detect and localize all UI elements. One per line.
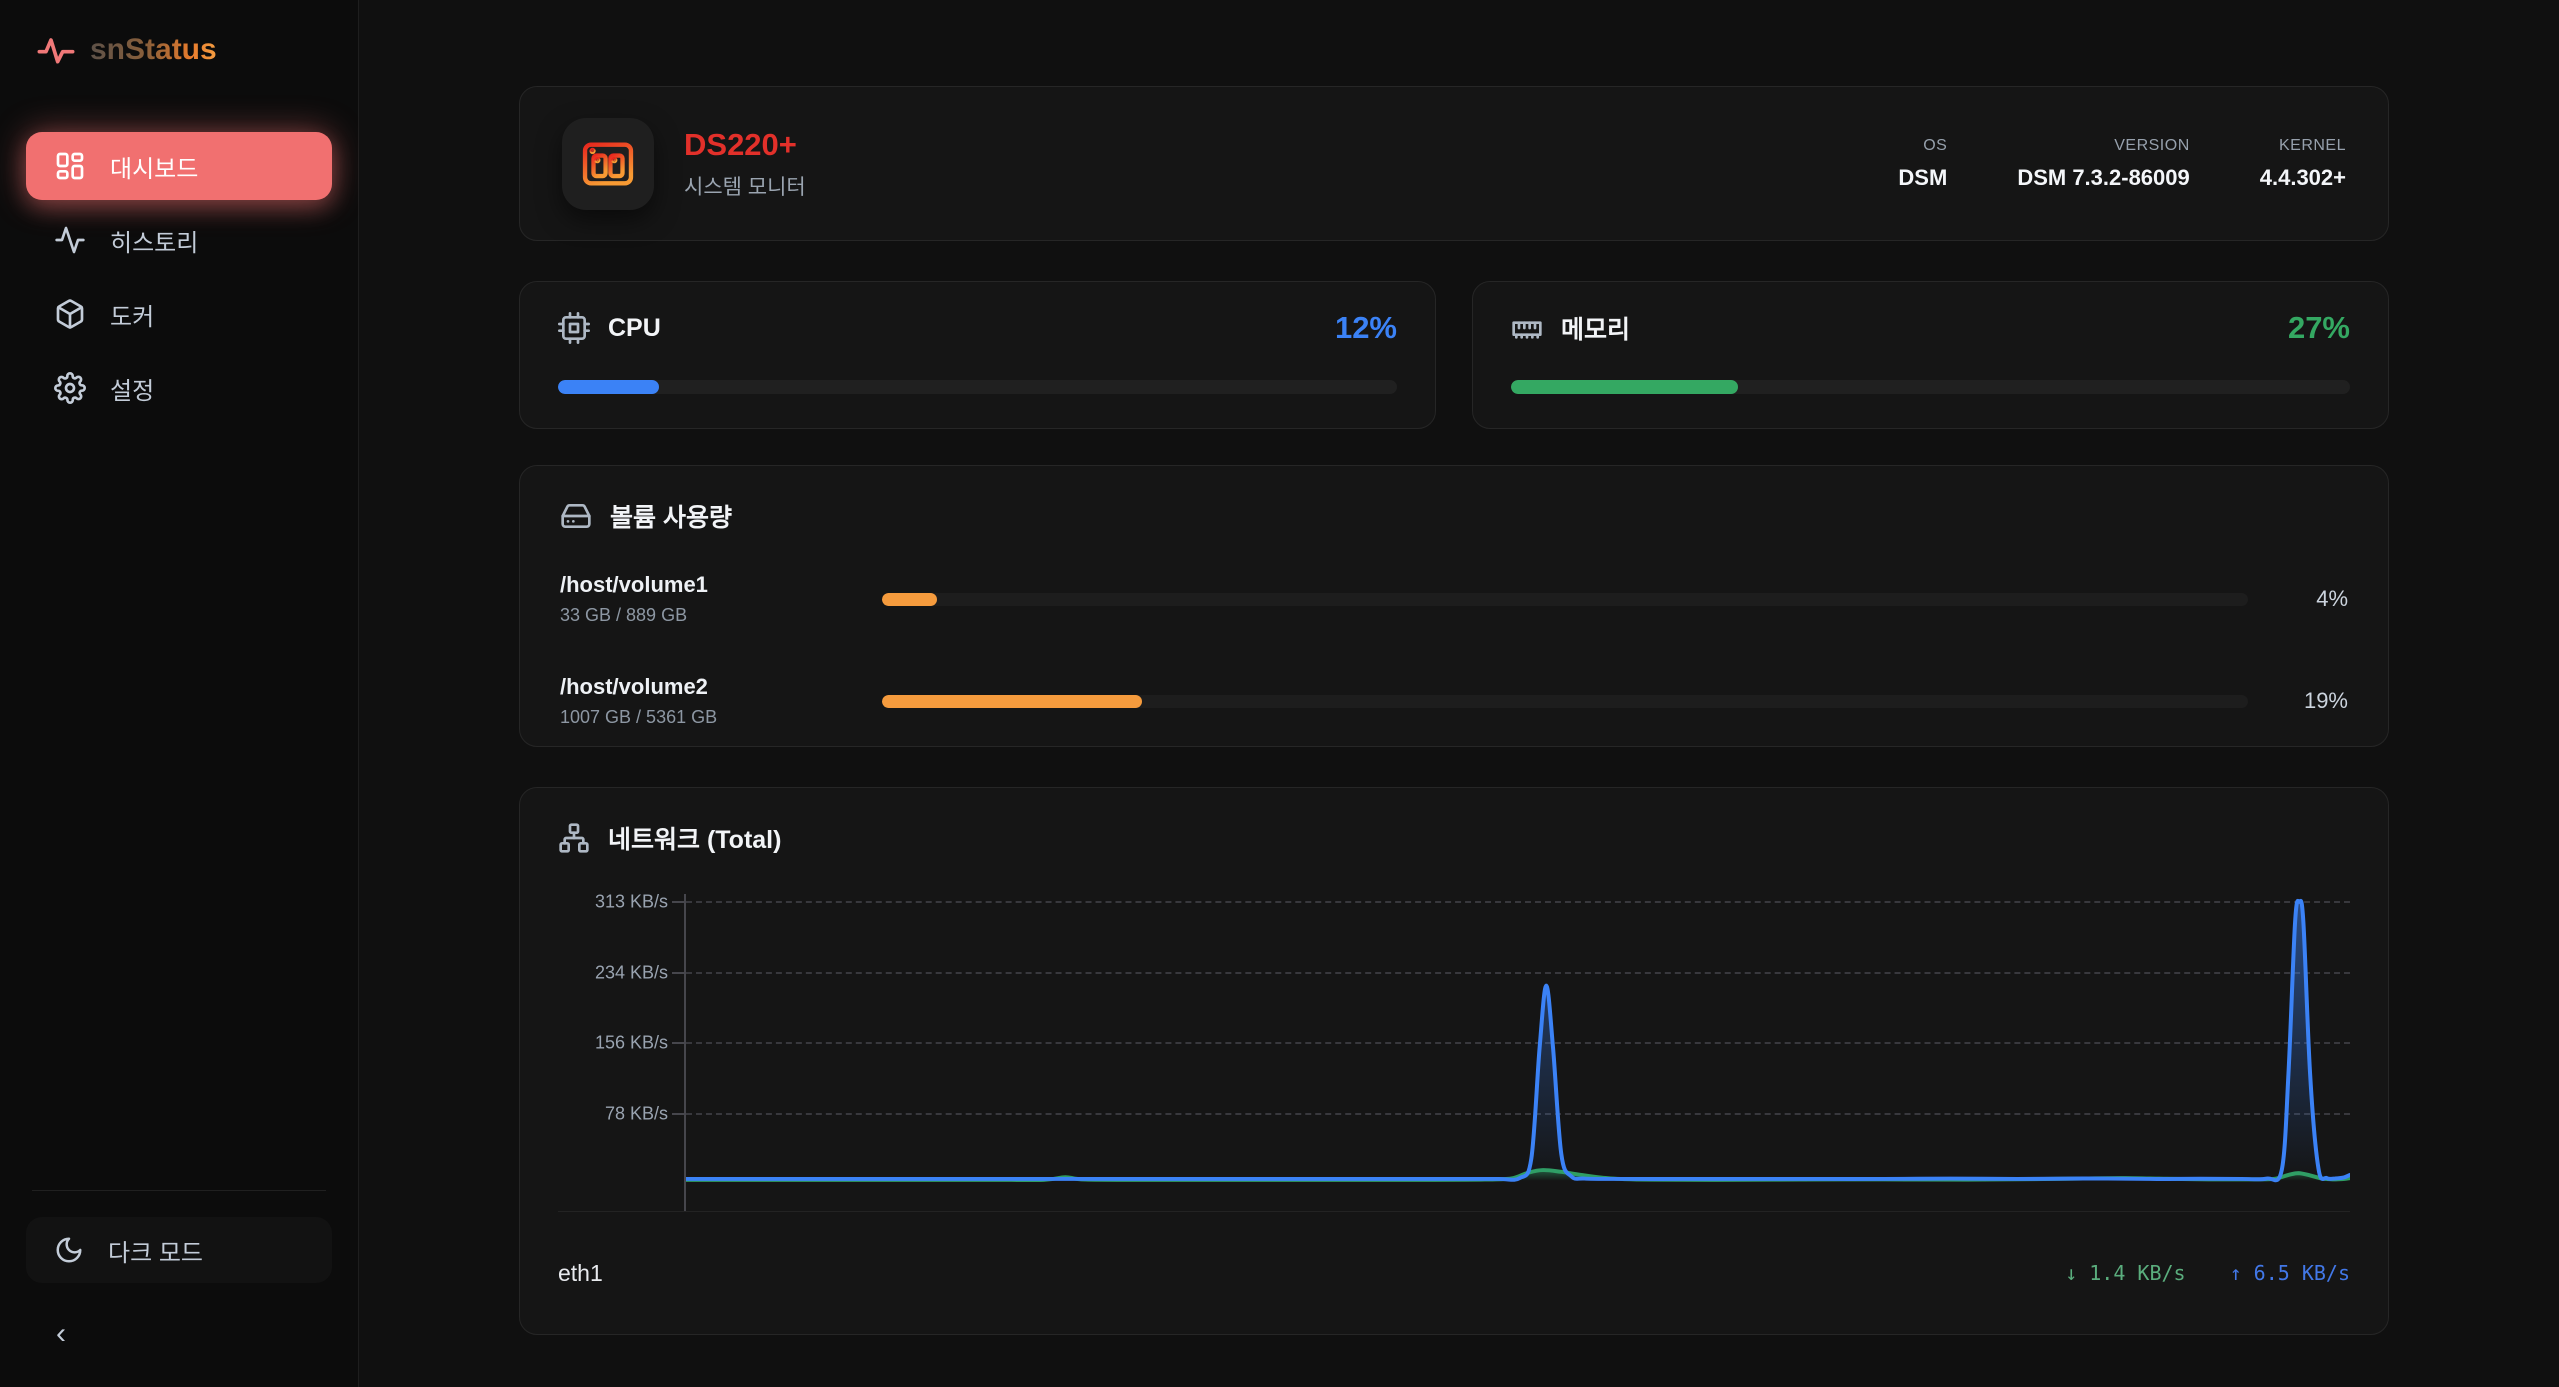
- sidebar-item-label: 도커: [110, 297, 154, 332]
- sidebar-item-history[interactable]: 히스토리: [26, 206, 332, 274]
- cpu-progress-fill: [558, 380, 659, 394]
- stat-os: OS DSM: [1898, 137, 1947, 191]
- y-axis-tick: [672, 901, 684, 903]
- volume-row-1: /host/volume1 33 GB / 889 GB 4%: [560, 572, 2348, 626]
- volume-percent: 4%: [2248, 586, 2348, 612]
- upload-rate: ↑ 6.5 KB/s: [2230, 1261, 2350, 1285]
- volume-card-title: 볼륨 사용량: [610, 498, 732, 534]
- stat-label: OS: [1923, 137, 1947, 155]
- memory-title: 메모리: [1561, 310, 1630, 346]
- hard-drive-icon: [560, 500, 592, 532]
- sidebar-item-dashboard[interactable]: 대시보드: [26, 132, 332, 200]
- volume-size: 1007 GB / 5361 GB: [560, 707, 882, 728]
- volume-track: [882, 695, 2248, 708]
- network-chart: 313 KB/s 234 KB/s 156 KB/s 78 KB/s: [558, 894, 2350, 1211]
- system-stats: OS DSM VERSION DSM 7.3.2-86009 KERNEL 4.…: [1898, 137, 2346, 191]
- cpu-title: CPU: [608, 314, 661, 343]
- memory-icon: [1511, 312, 1543, 344]
- moon-icon: [54, 1235, 84, 1265]
- stat-value: DSM 7.3.2-86009: [2017, 165, 2189, 191]
- stat-kernel: KERNEL 4.4.302+: [2260, 137, 2346, 191]
- memory-percent: 27%: [2288, 310, 2350, 346]
- network-card-title: 네트워크 (Total): [608, 820, 781, 856]
- sidebar-item-label: 대시보드: [110, 149, 198, 184]
- network-icon: [558, 822, 590, 854]
- volume-name: /host/volume2: [560, 674, 882, 700]
- system-header-card: DS220+ 시스템 모니터 OS DSM VERSION DSM 7.3.2-…: [519, 86, 2389, 241]
- stat-label: VERSION: [2114, 137, 2190, 155]
- header-titles: DS220+ 시스템 모니터: [684, 127, 806, 201]
- dark-mode-label: 다크 모드: [108, 1233, 203, 1268]
- dark-mode-toggle[interactable]: 다크 모드: [26, 1217, 332, 1283]
- stat-label: KERNEL: [2279, 137, 2346, 155]
- app-name: snStatus: [90, 33, 217, 67]
- memory-card: 메모리 27%: [1472, 281, 2389, 429]
- chart-y-axis-labels: 313 KB/s 234 KB/s 156 KB/s 78 KB/s: [558, 894, 684, 1211]
- volume-name: /host/volume1: [560, 572, 882, 598]
- interface-name: eth1: [558, 1260, 603, 1287]
- sidebar-divider: [32, 1190, 326, 1191]
- cpu-icon: [558, 312, 590, 344]
- nas-device-tile: [562, 118, 654, 210]
- sidebar-item-docker[interactable]: 도커: [26, 280, 332, 348]
- y-axis-tick: [672, 1113, 684, 1115]
- volume-fill: [882, 695, 1142, 708]
- gear-icon: [54, 372, 86, 404]
- device-subtitle: 시스템 모니터: [684, 171, 806, 201]
- y-axis-tick: [672, 972, 684, 974]
- container-box-icon: [54, 298, 86, 330]
- y-axis-tick-label: 78 KB/s: [605, 1103, 668, 1124]
- sidebar: snStatus 대시보드 히스토리 도커 설정 다크 모드: [0, 0, 359, 1387]
- sidebar-collapse-button[interactable]: ‹: [26, 1317, 106, 1351]
- sidebar-spacer: [26, 422, 332, 1190]
- chevron-left-icon: ‹: [56, 1317, 66, 1350]
- activity-icon: [54, 224, 86, 256]
- cpu-card: CPU 12%: [519, 281, 1436, 429]
- sidebar-nav: 대시보드 히스토리 도커 설정: [26, 132, 332, 422]
- pulse-logo-icon: [36, 30, 76, 70]
- volume-size: 33 GB / 889 GB: [560, 605, 882, 626]
- download-rate: ↓ 1.4 KB/s: [2065, 1261, 2185, 1285]
- memory-progress-fill: [1511, 380, 1738, 394]
- cpu-progress-track: [558, 380, 1397, 394]
- network-card: 네트워크 (Total) 313 KB/s 234 KB/s 156 KB/s 78 …: [519, 787, 2389, 1335]
- stat-value: DSM: [1898, 165, 1947, 191]
- app-logo: snStatus: [26, 30, 332, 70]
- nas-device-icon: [579, 135, 637, 193]
- volume-usage-card: 볼륨 사용량 /host/volume1 33 GB / 889 GB 4% /…: [519, 465, 2389, 747]
- cpu-percent: 12%: [1335, 310, 1397, 346]
- y-axis-tick: [672, 1042, 684, 1044]
- stat-version: VERSION DSM 7.3.2-86009: [2017, 137, 2189, 191]
- gauge-row: CPU 12% 메모리 27%: [519, 281, 2389, 429]
- volume-row-2: /host/volume2 1007 GB / 5361 GB 19%: [560, 674, 2348, 728]
- volume-track: [882, 593, 2248, 606]
- sidebar-item-label: 히스토리: [110, 223, 198, 258]
- device-model-title: DS220+: [684, 127, 806, 163]
- main-content: DS220+ 시스템 모니터 OS DSM VERSION DSM 7.3.2-…: [359, 0, 2559, 1387]
- y-axis-tick-label: 234 KB/s: [595, 963, 668, 984]
- app-window: snStatus 대시보드 히스토리 도커 설정 다크 모드: [0, 0, 2559, 1387]
- sidebar-item-settings[interactable]: 설정: [26, 354, 332, 422]
- memory-progress-track: [1511, 380, 2350, 394]
- y-axis-tick-label: 156 KB/s: [595, 1033, 668, 1054]
- chart-plot-area: [684, 894, 2350, 1211]
- volume-percent: 19%: [2248, 688, 2348, 714]
- y-axis-tick-label: 313 KB/s: [595, 892, 668, 913]
- dashboard-icon: [54, 150, 86, 182]
- sidebar-item-label: 설정: [110, 371, 154, 406]
- network-footer: eth1 ↓ 1.4 KB/s ↑ 6.5 KB/s: [558, 1211, 2350, 1334]
- stat-value: 4.4.302+: [2260, 165, 2346, 191]
- network-series-svg: [686, 894, 2350, 1211]
- volume-fill: [882, 593, 937, 606]
